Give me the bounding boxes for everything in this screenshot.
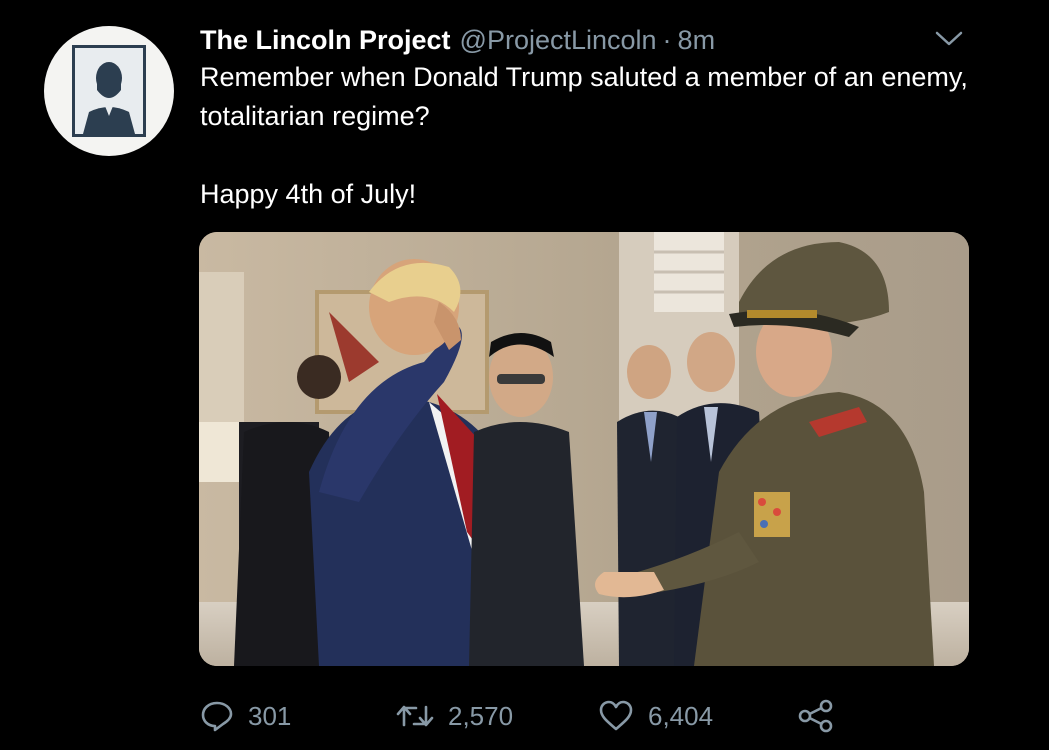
tweet-photo[interactable] [199,232,969,666]
reply-count: 301 [248,700,292,731]
tweet-header: The Lincoln Project @ProjectLincoln · 8m [200,20,715,60]
reply-button[interactable]: 301 [200,694,291,738]
chevron-down-icon[interactable] [934,28,964,53]
author-handle[interactable]: @ProjectLincoln [460,25,657,56]
reply-icon [201,701,233,732]
tweet-text-line: Remember when Donald Trump saluted a mem… [200,62,968,131]
retweet-button[interactable]: 2,570 [396,694,513,738]
like-count: 6,404 [648,700,714,731]
like-icon [599,700,633,731]
tweet-text-line: Happy 4th of July! [200,179,417,209]
retweet-count: 2,570 [448,700,514,731]
like-button[interactable]: 6,404 [598,694,713,738]
share-icon [798,699,833,733]
tweet-text: Remember when Donald Trump saluted a mem… [200,58,980,214]
tweet-actions: 301 2,570 6,404 [200,694,860,738]
avatar[interactable] [44,26,174,156]
share-button[interactable] [798,694,848,738]
retweet-icon [396,705,434,727]
lincoln-portrait-icon [72,45,146,137]
tweet-timestamp[interactable]: 8m [678,25,716,56]
header-separator: · [662,24,672,55]
author-name[interactable]: The Lincoln Project [200,25,451,56]
